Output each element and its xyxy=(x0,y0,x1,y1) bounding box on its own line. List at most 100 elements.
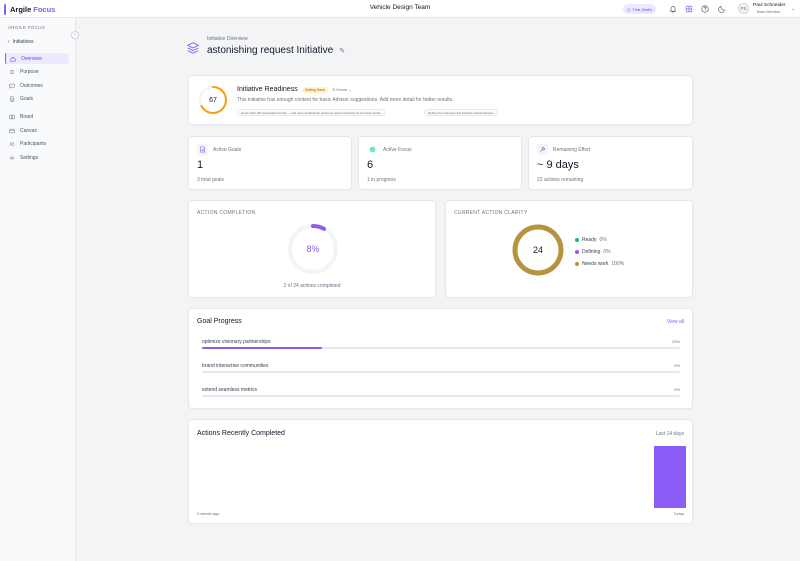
help-icon[interactable] xyxy=(700,4,710,14)
home-dropdown[interactable]: ⊙ Home ⌄ xyxy=(332,87,352,92)
breadcrumb: Initiative Overview xyxy=(207,36,248,42)
chart-bar xyxy=(654,446,686,508)
goal-row[interactable]: brand interactive communities 0% xyxy=(202,363,680,373)
readiness-badge: Getting there xyxy=(301,86,328,93)
sidebar-item-board[interactable]: Board xyxy=(5,111,69,122)
sidebar-item-label: Canvas xyxy=(20,127,37,134)
legend-value: 0% xyxy=(599,237,607,243)
back-to-initiatives-link[interactable]: ‹ Initiatives xyxy=(8,39,34,45)
legend-value: 0% xyxy=(603,249,611,255)
wrench-icon xyxy=(537,144,548,155)
sidebar-item-label: Board xyxy=(20,113,34,120)
user-role: Team Member xyxy=(756,9,781,14)
stat-card-active-goals[interactable]: Active Goals 1 3 total goals xyxy=(188,136,352,190)
goals-title: Goal Progress xyxy=(197,318,242,325)
goal-name: optimize visionary partnerships xyxy=(202,339,271,345)
stat-value: 6 xyxy=(367,159,374,171)
goal-progress-card: Goal Progress View all optimize visionar… xyxy=(188,308,693,409)
back-label: Initiatives xyxy=(12,39,34,45)
stat-sub: 1 in progress xyxy=(367,177,396,183)
readiness-card: 67 Initiative Readiness Getting there ⊙ … xyxy=(188,75,693,125)
goal-name: brand interactive communities xyxy=(202,363,269,369)
goal-percent: 25% xyxy=(671,339,680,344)
stat-sub: 3 total goals xyxy=(197,177,224,183)
goal-track xyxy=(202,395,680,397)
action-completion-card: ACTION COMPLETION 8% 2 of 24 actions com… xyxy=(188,200,436,298)
chevron-left-icon: ‹ xyxy=(8,39,10,45)
pencil-icon[interactable]: ✎ xyxy=(339,47,345,55)
sidebar-item-label: Settings xyxy=(20,154,39,161)
sidebar-item-label: Participants xyxy=(20,140,47,147)
readiness-title-text: Initiative Readiness xyxy=(237,86,298,93)
gear-icon xyxy=(9,155,15,160)
goal-row[interactable]: extend seamless metrics 0% xyxy=(202,387,680,397)
readiness-title: Initiative Readiness Getting there ⊙ Hom… xyxy=(237,86,352,93)
users-icon xyxy=(9,141,15,146)
axis-start-label: 2 weeks ago xyxy=(197,511,220,516)
legend-label: Ready xyxy=(582,237,597,243)
sidebar-section-label: ARGILE FOCUS xyxy=(8,25,46,30)
bell-icon[interactable] xyxy=(668,4,678,14)
sidebar-item-participants[interactable]: Participants xyxy=(5,138,69,149)
user-name[interactable]: Paul Schneider xyxy=(753,3,786,8)
readiness-score: 67 xyxy=(209,96,217,104)
list-icon xyxy=(10,69,14,74)
stat-card-active-focus[interactable]: Active Focus 6 1 in progress xyxy=(358,136,522,190)
stat-value: ~ 9 days xyxy=(537,159,579,171)
stat-value: 1 xyxy=(197,159,204,171)
team-title: Vehicle Design Team xyxy=(369,4,431,11)
layers-icon xyxy=(186,42,200,54)
sidebar-item-label: Overview xyxy=(21,55,42,62)
focus-icon xyxy=(367,144,378,155)
stat-sub: 22 actions remaining xyxy=(537,177,584,183)
sidebar-item-purpose[interactable]: Purpose xyxy=(5,66,69,77)
clarity-legend: Ready 0% Defining 0% Needs work 100% xyxy=(575,234,624,270)
sidebar-item-label: Goals xyxy=(20,95,34,102)
goal-fill xyxy=(202,347,322,349)
document-icon xyxy=(197,144,208,155)
goal-percent: 0% xyxy=(674,387,680,392)
recent-title: Actions Recently Completed xyxy=(197,430,285,437)
stat-card-remaining-effort[interactable]: Remaining Effort ~ 9 days 22 actions rem… xyxy=(528,136,693,190)
sidebar-item-outcomes[interactable]: Outcomes xyxy=(5,80,69,91)
goal-row[interactable]: optimize visionary partnerships 25% xyxy=(202,339,680,349)
completion-sub: 2 of 24 actions completed xyxy=(283,283,341,289)
sidebar-item-canvas[interactable]: Canvas xyxy=(5,125,69,136)
page-title-text: astonishing request Initiative xyxy=(207,45,334,56)
readiness-hint-2[interactable]: Define the outcomes this initiative shou… xyxy=(424,109,498,116)
clarity-total: 24 xyxy=(532,245,543,255)
sidebar-item-goals[interactable]: Goals xyxy=(5,93,69,104)
card-caption: CURRENT ACTION CLARITY xyxy=(454,210,528,216)
sidebar-item-label: Outcomes xyxy=(20,82,43,89)
sidebar: ARGILE FOCUS ‹ ‹ Initiatives Overview Pu… xyxy=(0,18,79,561)
stat-label: Remaining Effort xyxy=(553,147,591,153)
legend-item-ready: Ready 0% xyxy=(575,234,624,246)
moon-icon[interactable] xyxy=(717,4,727,14)
avatar[interactable]: PS xyxy=(738,3,749,14)
legend-item-defining: Defining 0% xyxy=(575,246,624,258)
sidebar-item-overview[interactable]: Overview xyxy=(5,53,69,64)
home-icon xyxy=(10,56,16,62)
stat-label: Active Goals xyxy=(213,147,242,153)
readiness-hint-1[interactable]: Good start! (28 meaningful words) — add … xyxy=(237,109,385,116)
legend-label: Defining xyxy=(582,249,601,255)
chevron-down-icon[interactable]: ⌄ xyxy=(791,6,795,12)
command-icon[interactable] xyxy=(684,4,694,14)
action-clarity-card: CURRENT ACTION CLARITY 24 Ready 0% Defin… xyxy=(445,200,693,298)
main-content: Initiative Overview astonishing request … xyxy=(76,18,800,561)
legend-dot xyxy=(575,238,579,242)
goal-track xyxy=(202,347,680,349)
trial-badge[interactable]: ◷ Trial (NaN) xyxy=(623,4,656,14)
sidebar-item-settings[interactable]: Settings xyxy=(5,152,69,163)
legend-dot xyxy=(575,262,579,266)
view-all-link[interactable]: View all xyxy=(667,319,684,325)
sidebar-item-label: Purpose xyxy=(20,68,39,75)
page-title: astonishing request Initiative ✎ xyxy=(207,45,345,56)
chat-icon xyxy=(9,83,15,89)
goal-percent: 0% xyxy=(674,363,680,368)
readiness-description: This initiative has enough context for b… xyxy=(237,97,454,103)
board-icon xyxy=(9,114,15,119)
legend-dot xyxy=(575,250,579,254)
legend-label: Needs work xyxy=(582,261,609,267)
recent-range[interactable]: Last 14 days xyxy=(656,431,684,437)
